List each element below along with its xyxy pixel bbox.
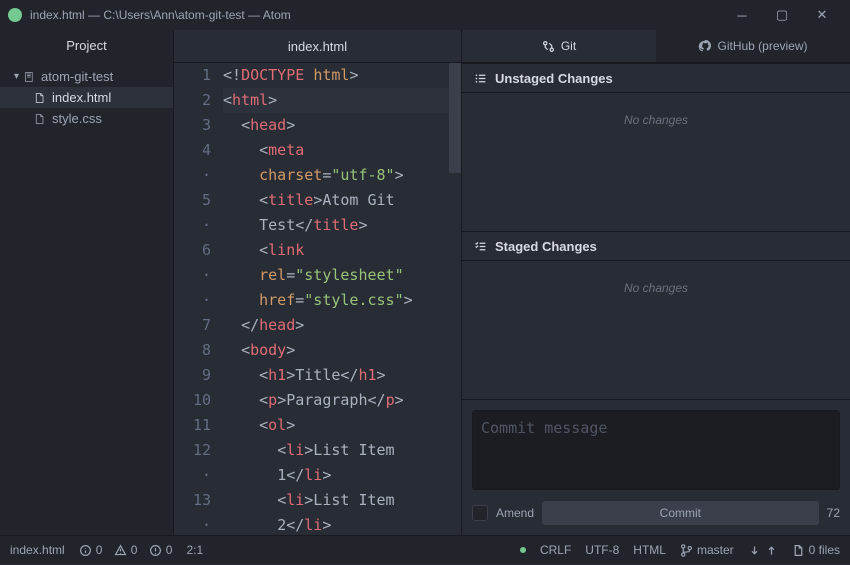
code-line[interactable]: <li>List Item bbox=[223, 438, 461, 463]
file-tree: ▾ atom-git-test index.html style.css bbox=[0, 62, 173, 133]
code-line[interactable]: <link bbox=[223, 238, 461, 263]
warning-icon bbox=[114, 544, 127, 557]
code-line[interactable]: rel="stylesheet" bbox=[223, 263, 461, 288]
code-line[interactable]: <body> bbox=[223, 338, 461, 363]
git-panel-tabs: Git GitHub (preview) bbox=[462, 30, 850, 63]
tree-file[interactable]: style.css bbox=[0, 108, 173, 129]
scrollbar-thumb[interactable] bbox=[449, 63, 461, 173]
tree-root[interactable]: ▾ atom-git-test bbox=[0, 66, 173, 87]
status-language[interactable]: HTML bbox=[633, 543, 666, 557]
tree-file-label: style.css bbox=[52, 111, 102, 126]
arrow-up-icon bbox=[765, 544, 778, 557]
file-icon bbox=[34, 92, 46, 104]
code-line[interactable]: href="style.css"> bbox=[223, 288, 461, 313]
status-dot-icon bbox=[520, 547, 526, 553]
atom-logo-icon bbox=[8, 8, 22, 22]
git-branch-icon bbox=[680, 544, 693, 557]
tree-root-label: atom-git-test bbox=[41, 69, 113, 84]
commit-message-input[interactable] bbox=[472, 410, 840, 490]
minimize-button[interactable]: ─ bbox=[722, 0, 762, 30]
tab-label: index.html bbox=[288, 39, 347, 54]
code-line[interactable]: charset="utf-8"> bbox=[223, 163, 461, 188]
code-line[interactable]: <li>List Item bbox=[223, 488, 461, 513]
file-icon bbox=[34, 113, 46, 125]
editor-pane: index.html 1234·5·6··789101112·13· <!DOC… bbox=[174, 30, 462, 535]
window-title: index.html — C:\Users\Ann\atom-git-test … bbox=[30, 8, 722, 22]
maximize-button[interactable]: ▢ bbox=[762, 0, 802, 30]
tree-file[interactable]: index.html bbox=[0, 87, 173, 108]
status-cursor[interactable]: 2:1 bbox=[186, 543, 203, 557]
status-diagnostics[interactable]: 0 0 0 bbox=[79, 543, 173, 557]
repo-icon bbox=[24, 71, 36, 83]
status-branch[interactable]: master bbox=[680, 543, 734, 557]
code-line[interactable]: </head> bbox=[223, 313, 461, 338]
code-line[interactable]: <ol> bbox=[223, 413, 461, 438]
arrow-down-icon bbox=[748, 544, 761, 557]
code-area[interactable]: <!DOCTYPE html><html> <head> <meta chars… bbox=[223, 63, 461, 535]
editor-tabs: index.html bbox=[174, 30, 461, 63]
tab-git[interactable]: Git bbox=[462, 30, 656, 62]
error-icon bbox=[149, 544, 162, 557]
code-line[interactable]: 2</li> bbox=[223, 513, 461, 535]
staged-header[interactable]: Staged Changes bbox=[462, 231, 850, 261]
amend-checkbox[interactable] bbox=[472, 505, 488, 521]
status-line-ending[interactable]: CRLF bbox=[540, 543, 571, 557]
tree-file-label: index.html bbox=[52, 90, 111, 105]
close-button[interactable]: ✕ bbox=[802, 0, 842, 30]
status-bar: index.html 0 0 0 2:1 CRLF UTF-8 HTML mas… bbox=[0, 535, 850, 564]
status-fetch[interactable] bbox=[748, 544, 778, 557]
git-compare-icon bbox=[542, 40, 555, 53]
titlebar: index.html — C:\Users\Ann\atom-git-test … bbox=[0, 0, 850, 30]
file-icon bbox=[792, 544, 805, 557]
project-sidebar: Project ▾ atom-git-test index.html style.… bbox=[0, 30, 174, 535]
code-line[interactable]: <p>Paragraph</p> bbox=[223, 388, 461, 413]
staged-body: No changes bbox=[462, 261, 850, 399]
editor-tab[interactable]: index.html bbox=[174, 30, 461, 62]
commit-chars-remaining: 72 bbox=[827, 506, 840, 520]
code-line[interactable]: <h1>Title</h1> bbox=[223, 363, 461, 388]
code-line[interactable]: <!DOCTYPE html> bbox=[223, 63, 461, 88]
code-line[interactable]: <meta bbox=[223, 138, 461, 163]
list-unordered-icon bbox=[474, 72, 487, 85]
window-controls: ─ ▢ ✕ bbox=[722, 0, 842, 30]
git-panel: Git GitHub (preview) Unstaged Changes No… bbox=[462, 30, 850, 535]
amend-label[interactable]: Amend bbox=[496, 506, 534, 520]
status-files[interactable]: 0 files bbox=[792, 543, 840, 557]
gutter: 1234·5·6··789101112·13· bbox=[174, 63, 223, 535]
info-icon bbox=[79, 544, 92, 557]
code-line[interactable]: <html> bbox=[223, 88, 461, 113]
unstaged-header[interactable]: Unstaged Changes bbox=[462, 63, 850, 93]
code-line[interactable]: Test</title> bbox=[223, 213, 461, 238]
sidebar-header: Project bbox=[0, 30, 173, 62]
github-icon bbox=[698, 40, 711, 53]
commit-button[interactable]: Commit bbox=[542, 501, 819, 525]
status-encoding[interactable]: UTF-8 bbox=[585, 543, 619, 557]
status-file[interactable]: index.html bbox=[10, 543, 65, 557]
chevron-down-icon: ▾ bbox=[14, 71, 19, 82]
tasklist-icon bbox=[474, 240, 487, 253]
code-line[interactable]: <head> bbox=[223, 113, 461, 138]
commit-area: Amend Commit 72 bbox=[462, 399, 850, 535]
editor-scrollbar[interactable] bbox=[449, 63, 461, 535]
tab-github[interactable]: GitHub (preview) bbox=[656, 30, 850, 62]
unstaged-body: No changes bbox=[462, 93, 850, 231]
code-line[interactable]: 1</li> bbox=[223, 463, 461, 488]
code-line[interactable]: <title>Atom Git bbox=[223, 188, 461, 213]
code-editor[interactable]: 1234·5·6··789101112·13· <!DOCTYPE html><… bbox=[174, 63, 461, 535]
